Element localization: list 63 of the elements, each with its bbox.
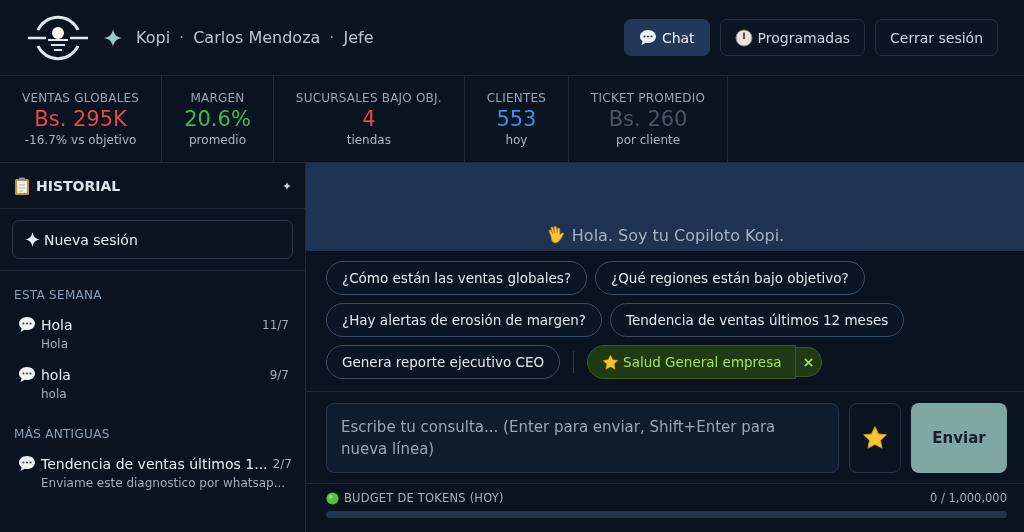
star-icon [862,425,888,451]
sparkle-icon [25,232,40,247]
clipboard-icon [14,176,30,195]
sidebar-title: HISTORIAL [36,177,122,194]
kpi-label: VENTAS GLOBALES [22,91,140,105]
session-date: 9/7 [269,367,289,382]
kpi-value: 4 [362,106,376,132]
session-preview: Enviame este diagnostico por whatsap... [41,476,287,490]
kpi-label: TICKET PROMEDIO [591,91,706,105]
section-label: MÁS ANTIGUAS [13,425,111,443]
new-session-button[interactable]: Nueva sesión [12,220,293,259]
close-icon [804,357,814,367]
suggestion-chip[interactable]: Genera reporte ejecutivo CEO [326,345,561,379]
sparkle-icon [104,28,122,47]
section-label: ESTA SEMANA [13,287,103,304]
kpi-value: Bs. 260 [608,106,688,132]
session-title[interactable]: Hola [41,316,258,333]
kpi-value: 20.6% [184,106,251,132]
favorite-button[interactable] [849,403,901,473]
suggestion-chip[interactable]: ¿Cómo están las ventas globales? [326,261,588,295]
nav-button[interactable]: Chat [623,19,710,56]
remove-button[interactable] [796,347,823,377]
session-preview: hola [41,387,68,401]
chat-icon [638,29,657,46]
nav-button[interactable]: Cerrar sesión [875,19,998,56]
chat-icon [18,455,36,472]
suggestion-chip[interactable]: Tendencia de ventas últimos 12 meses [610,303,905,337]
message-input[interactable]: Escribe tu consulta... (Enter para enviar, Shift+Enter para nueva línea) [326,403,839,473]
favorite-chip[interactable]: Salud General empresa [587,345,797,379]
separator-dot: · [329,28,335,47]
budget-label: BUDGET DE TOKENS (HOY) [344,491,505,505]
kpi-caption: tiendas [346,133,391,147]
kpi-value: Bs. 295K [34,106,127,132]
kpi-label: SUCURSALES BAJO OBJ. [295,91,442,105]
kpi-label: MARGEN [190,91,245,105]
suggestion-chip[interactable]: ¿Qué regiones están bajo objetivo? [595,261,865,295]
kpi-caption: -16.7% vs objetivo [24,133,137,147]
session-title[interactable]: hola [41,366,265,383]
clock-icon [734,28,753,47]
chat-icon [18,366,36,383]
kpi-caption: promedio [189,133,246,147]
kpi-caption: hoy [505,133,528,147]
budget-reading: 0 / 1,000,000 [929,491,1007,505]
star-icon [602,353,620,371]
kpi-label: CLIENTES [486,91,547,105]
chat-icon [18,316,36,333]
status-icon [326,491,339,505]
sparkle-icon [283,181,291,190]
user-role: Jefe [343,28,374,47]
kpi-value: 553 [496,106,537,132]
greeting-text: Hola. Soy tu Copiloto Kopi. [571,226,785,245]
session-date: 2/7 [272,456,292,471]
send-button[interactable]: Enviar [911,403,1007,473]
user-name: Carlos Mendoza [193,28,321,47]
separator-dot: · [179,28,185,47]
nav-button[interactable]: Programadas [719,19,866,56]
session-title[interactable]: Tendencia de ventas últimos 1... [41,455,268,472]
waving-hand-icon [545,225,566,245]
session-date: 11/7 [262,317,289,332]
kpi-caption: por cliente [616,133,681,147]
brand-name: Kopi [136,28,171,47]
suggestion-chip[interactable]: ¿Hay alertas de erosión de margen? [326,303,602,337]
session-preview: Hola [41,337,70,351]
